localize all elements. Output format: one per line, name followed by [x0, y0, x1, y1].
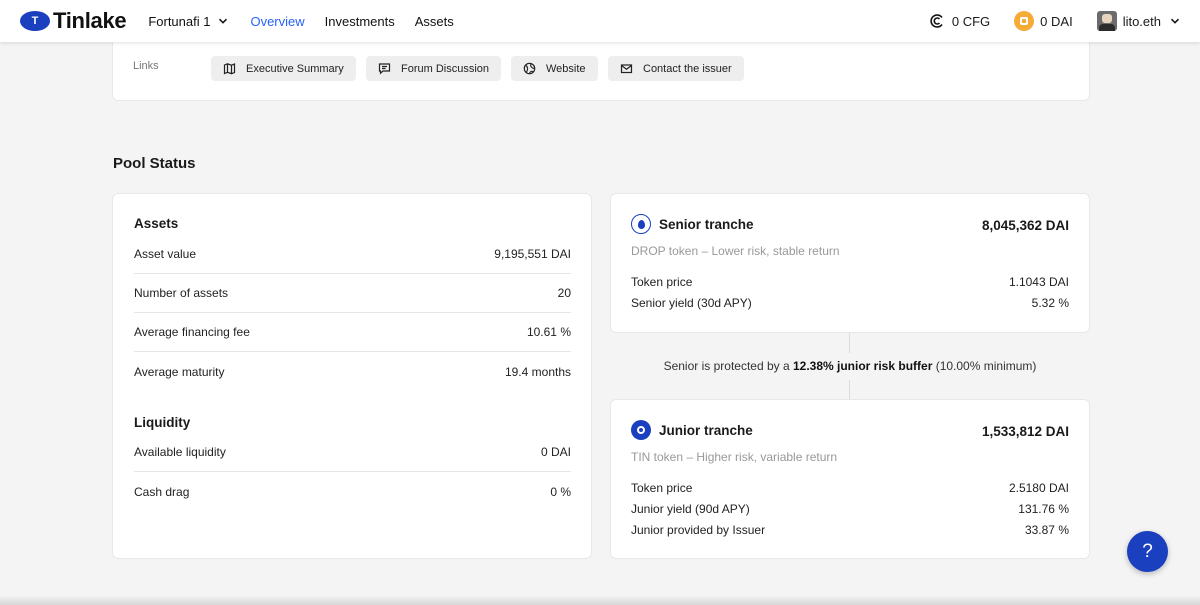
row-label: Cash drag — [134, 484, 190, 499]
average-maturity-row: Average maturity 19.4 months — [134, 352, 571, 391]
junior-provided-by-issuer-row: Junior provided by Issuer 33.87 % — [631, 523, 1069, 537]
buffer-value: 12.38% junior risk buffer — [792, 359, 933, 373]
row-label: Junior provided by Issuer — [631, 523, 766, 537]
junior-tranche-name: Junior tranche — [659, 422, 753, 438]
map-icon — [223, 63, 236, 75]
nav-assets[interactable]: Assets — [415, 14, 454, 29]
row-value: 33.87 % — [1024, 523, 1069, 537]
nav-overview[interactable]: Overview — [250, 14, 304, 29]
globe-icon — [523, 62, 536, 75]
mail-icon — [620, 64, 633, 74]
centrifuge-icon — [930, 14, 943, 28]
senior-tranche-header: Senior tranche — [631, 214, 754, 234]
row-value: 5.32 % — [1031, 296, 1069, 310]
row-value: 0 % — [550, 484, 571, 499]
cash-drag-row: Cash drag 0 % — [134, 472, 571, 511]
row-value: 10.61 % — [526, 325, 571, 339]
row-label: Asset value — [134, 247, 197, 261]
junior-tranche-subtitle: TIN token – Higher risk, variable return — [631, 450, 838, 464]
row-value: 19.4 months — [504, 364, 571, 379]
pool-name: Fortunafi 1 — [148, 13, 211, 29]
executive-summary-button[interactable]: Executive Summary — [211, 56, 356, 81]
avatar — [1096, 11, 1117, 31]
asset-value-row: Asset value 9,195,551 DAI — [134, 235, 571, 274]
website-label: Website — [546, 62, 586, 75]
number-of-assets-row: Number of assets 20 — [134, 274, 571, 313]
contact-issuer-button[interactable]: Contact the issuer — [608, 56, 744, 81]
connector-line — [849, 333, 850, 353]
account-menu[interactable]: lito.eth — [1096, 11, 1180, 31]
junior-tranche-total: 1,533,812 DAI — [981, 424, 1069, 439]
assets-title: Assets — [134, 216, 179, 231]
executive-summary-label: Executive Summary — [246, 62, 344, 75]
average-financing-fee-row: Average financing fee 10.61 % — [134, 313, 571, 352]
dai-balance-value: 0 DAI — [1040, 13, 1073, 29]
row-value: 0 DAI — [540, 445, 571, 459]
liquidity-title: Liquidity — [134, 415, 191, 430]
chat-icon — [378, 63, 391, 75]
chevron-down-icon — [1170, 18, 1180, 24]
help-button[interactable]: ? — [1127, 531, 1168, 572]
row-value: 1.1043 DAI — [1008, 275, 1069, 289]
junior-token-price-row: Token price 2.5180 DAI — [631, 481, 1069, 495]
row-label: Junior yield (90d APY) — [631, 502, 750, 516]
row-value: 20 — [557, 286, 571, 300]
forum-discussion-label: Forum Discussion — [401, 62, 490, 75]
row-label: Senior yield (30d APY) — [631, 296, 752, 310]
cfg-balance-value: 0 CFG — [951, 13, 991, 29]
row-label: Number of assets — [134, 286, 229, 300]
available-liquidity-row: Available liquidity 0 DAI — [134, 433, 571, 472]
links-label: Links — [133, 60, 159, 72]
dai-icon — [1014, 11, 1035, 31]
risk-buffer-note: Senior is protected by a 12.38% junior r… — [610, 359, 1090, 373]
senior-token-price-row: Token price 1.1043 DAI — [631, 275, 1069, 289]
contact-issuer-label: Contact the issuer — [643, 62, 732, 75]
links-card: Links Executive Summary Forum Discussion… — [112, 32, 1090, 101]
row-label: Available liquidity — [134, 445, 226, 459]
website-button[interactable]: Website — [511, 56, 598, 81]
row-label: Token price — [631, 275, 693, 289]
connector-line — [849, 380, 850, 399]
buffer-prefix: Senior is protected by a — [663, 359, 793, 373]
forum-discussion-button[interactable]: Forum Discussion — [366, 56, 502, 81]
header-right: 0 CFG 0 DAI lito.eth — [905, 11, 1180, 31]
senior-tranche-subtitle: DROP token – Lower risk, stable return — [631, 244, 840, 258]
logo-mark: T — [20, 11, 50, 31]
senior-tranche-name: Senior tranche — [659, 216, 754, 232]
row-value: 2.5180 DAI — [1008, 481, 1069, 495]
dai-balance[interactable]: 0 DAI — [1014, 11, 1073, 31]
row-label: Average maturity — [134, 364, 225, 379]
top-navigation-bar: T Tinlake Fortunafi 1 Overview Investmen… — [0, 0, 1200, 42]
assets-card: Assets Asset value 9,195,551 DAI Number … — [112, 193, 592, 559]
senior-tranche-card: Senior tranche 8,045,362 DAI DROP token … — [610, 193, 1090, 333]
row-value: 131.76 % — [1018, 502, 1069, 516]
pool-selector[interactable]: Fortunafi 1 — [148, 14, 228, 29]
buffer-suffix: (10.00% minimum) — [932, 359, 1037, 373]
row-label: Token price — [631, 481, 693, 495]
senior-tranche-total: 8,045,362 DAI — [981, 218, 1069, 233]
pool-status-title: Pool Status — [113, 155, 196, 172]
junior-yield-row: Junior yield (90d APY) 131.76 % — [631, 502, 1069, 516]
junior-tranche-header: Junior tranche — [631, 420, 753, 440]
tin-icon — [631, 420, 651, 440]
row-label: Average financing fee — [134, 325, 250, 339]
junior-tranche-card: Junior tranche 1,533,812 DAI TIN token –… — [610, 399, 1090, 559]
account-name: lito.eth — [1122, 13, 1161, 29]
bottom-shadow — [0, 595, 1200, 605]
tinlake-logo[interactable]: T Tinlake — [20, 8, 127, 34]
row-value: 9,195,551 DAI — [494, 247, 571, 261]
nav-investments[interactable]: Investments — [325, 14, 395, 29]
senior-yield-row: Senior yield (30d APY) 5.32 % — [631, 296, 1069, 310]
drop-icon — [631, 214, 651, 234]
cfg-balance[interactable]: 0 CFG — [929, 13, 990, 29]
main-nav: Overview Investments Assets — [250, 14, 473, 29]
logo-text: Tinlake — [53, 8, 127, 33]
chevron-down-icon — [219, 18, 228, 24]
